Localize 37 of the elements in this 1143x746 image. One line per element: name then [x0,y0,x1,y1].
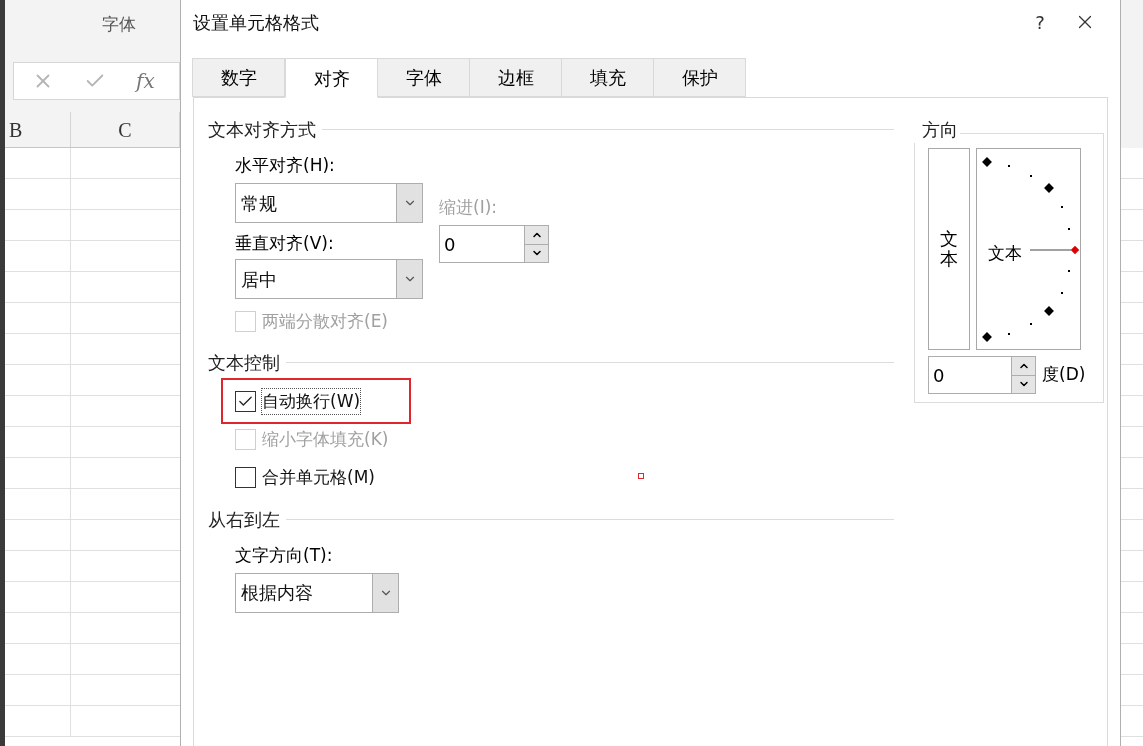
column-header[interactable]: C [118,114,132,145]
field-label: 缩进(I): [439,196,498,219]
field-label: 度(D) [1042,363,1086,387]
function-button[interactable]: fx [136,66,155,96]
checkbox[interactable] [235,391,256,412]
tab[interactable]: 保护 [653,58,746,97]
field-label: 垂直对齐(V): [235,232,335,255]
tab[interactable]: 字体 [377,58,470,97]
indent-spinner[interactable]: 0 [439,225,549,263]
checkbox[interactable] [235,467,256,488]
spin-up-button[interactable] [1012,357,1035,376]
tab[interactable]: 数字 [192,58,285,97]
tab[interactable]: 填充 [561,58,654,97]
field-label: 水平对齐(H): [235,154,336,177]
section-title: 从右到左 [208,507,280,532]
checkbox-label: 两端分散对齐(E) [262,310,388,333]
field-label: 文字方向(T): [235,543,334,567]
checkbox-label: 合并单元格(M) [262,465,375,489]
section-title: 文本控制 [208,350,280,375]
orientation-dial[interactable]: 文本 [976,148,1081,350]
dialog-title: 设置单元格格式 [193,10,319,35]
dial-text: 文本 [988,242,1022,265]
column-header[interactable]: B [9,114,23,145]
vertical-text-button[interactable]: 文本 [928,148,970,350]
section-title: 文本对齐方式 [208,118,316,142]
tab[interactable]: 对齐 [285,58,378,98]
tab[interactable]: 边框 [469,58,562,97]
vertical-align-dropdown[interactable]: 居中 [235,259,423,299]
degrees-spinner[interactable]: 0 [928,356,1036,394]
help-button[interactable]: ? [1020,8,1060,36]
text-direction-dropdown[interactable]: 根据内容 [235,572,399,613]
checkbox-label: 自动换行(W) [262,388,361,415]
checkbox-label: 缩小字体填充(K) [262,427,389,451]
ribbon-group-label: 字体 [102,13,136,37]
marker-icon [638,473,644,479]
horizontal-align-dropdown[interactable]: 常规 [235,183,423,223]
spin-up-button[interactable] [525,226,548,245]
